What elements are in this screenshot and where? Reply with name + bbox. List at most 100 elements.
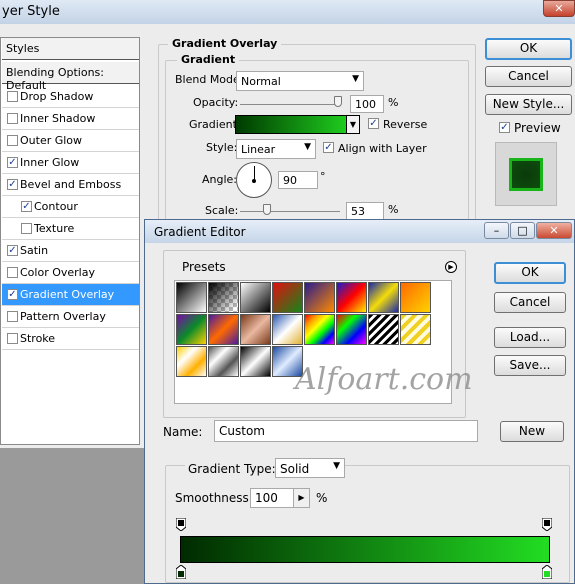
- preset-swatch[interactable]: [176, 282, 207, 313]
- maximize-icon: □: [517, 224, 528, 237]
- preset-swatch[interactable]: [208, 282, 239, 313]
- gradient-type-select[interactable]: Solid ▼: [275, 458, 345, 478]
- preset-swatch[interactable]: [368, 282, 399, 313]
- inner-glow-checkbox[interactable]: ✓: [7, 157, 18, 168]
- opacity-input[interactable]: 100: [350, 95, 384, 113]
- load-button[interactable]: Load...: [494, 327, 566, 348]
- preset-swatch[interactable]: [176, 314, 207, 345]
- smoothness-unit: %: [316, 491, 328, 505]
- sidebar-item-texture[interactable]: Texture: [2, 218, 139, 240]
- close-icon: ✕: [554, 2, 564, 15]
- reverse-checkbox[interactable]: ✓: [368, 118, 379, 129]
- scale-label: Scale:: [205, 204, 239, 217]
- preview-checkbox[interactable]: ✓: [499, 122, 510, 133]
- gradient-dropdown-button[interactable]: ▼: [346, 116, 359, 133]
- cancel-button[interactable]: Cancel: [485, 66, 572, 87]
- presets-label: Presets: [180, 260, 228, 274]
- gradient-type-group: [165, 465, 570, 583]
- style-label: Style:: [206, 141, 238, 154]
- editor-cancel-button[interactable]: Cancel: [494, 292, 566, 313]
- color-stop-right[interactable]: [541, 564, 553, 580]
- sidebar-blending-options[interactable]: Blending Options: Default: [2, 62, 139, 92]
- preset-swatch[interactable]: [304, 314, 335, 345]
- stroke-checkbox[interactable]: [7, 333, 18, 344]
- opacity-stop-left[interactable]: [175, 517, 187, 532]
- gradient-preview-bar[interactable]: [180, 536, 550, 563]
- preset-swatch[interactable]: [240, 314, 271, 345]
- smoothness-input[interactable]: 100 ▶: [250, 488, 310, 508]
- name-input[interactable]: Custom: [214, 420, 478, 442]
- new-style-button[interactable]: New Style...: [485, 94, 572, 115]
- blend-mode-select[interactable]: Normal ▼: [236, 71, 364, 91]
- sidebar-item-drop-shadow[interactable]: Drop Shadow: [2, 86, 139, 108]
- preset-swatch[interactable]: [176, 346, 207, 377]
- preset-swatch[interactable]: [304, 282, 335, 313]
- preset-swatch[interactable]: [368, 314, 399, 345]
- opacity-stop-icon: [541, 517, 553, 532]
- scale-slider-thumb[interactable]: [263, 204, 271, 215]
- texture-checkbox[interactable]: [21, 223, 32, 234]
- gradient-editor-titlebar[interactable]: Gradient Editor – □ ✕: [145, 220, 574, 243]
- new-button[interactable]: New: [500, 421, 564, 442]
- window-title: yer Style: [2, 4, 60, 19]
- gradient-swatch[interactable]: ▼: [235, 115, 360, 134]
- preset-swatch[interactable]: [208, 314, 239, 345]
- bevel-emboss-checkbox[interactable]: ✓: [7, 179, 18, 190]
- color-overlay-checkbox[interactable]: [7, 267, 18, 278]
- play-arrow-icon: ▶: [448, 263, 454, 271]
- chevron-right-icon: ▶: [298, 493, 305, 502]
- preset-swatch[interactable]: [240, 282, 271, 313]
- preset-swatch[interactable]: [272, 314, 303, 345]
- sidebar-item-stroke[interactable]: Stroke: [2, 328, 139, 350]
- scale-input[interactable]: 53: [346, 202, 384, 220]
- inner-shadow-checkbox[interactable]: [7, 113, 18, 124]
- ok-button[interactable]: OK: [485, 38, 572, 60]
- opacity-slider-thumb[interactable]: [334, 96, 342, 107]
- sidebar-item-pattern-overlay[interactable]: Pattern Overlay: [2, 306, 139, 328]
- angle-input[interactable]: 90: [278, 171, 318, 189]
- layer-style-titlebar[interactable]: yer Style ✕: [0, 0, 575, 24]
- preset-swatch[interactable]: [208, 346, 239, 377]
- sidebar-item-bevel-emboss[interactable]: ✓ Bevel and Emboss: [2, 174, 139, 196]
- sidebar-item-inner-shadow[interactable]: Inner Shadow: [2, 108, 139, 130]
- sidebar-header-styles[interactable]: Styles: [2, 38, 139, 60]
- preset-swatch[interactable]: [240, 346, 271, 377]
- opacity-stop-right[interactable]: [541, 517, 553, 532]
- opacity-unit: %: [388, 96, 399, 109]
- sidebar-item-outer-glow[interactable]: Outer Glow: [2, 130, 139, 152]
- scale-slider-track[interactable]: [240, 211, 340, 212]
- style-select[interactable]: Linear ▼: [236, 139, 316, 159]
- color-stop-left[interactable]: [175, 564, 187, 580]
- preset-swatch[interactable]: [336, 282, 367, 313]
- sidebar-item-satin[interactable]: ✓ Satin: [2, 240, 139, 262]
- outer-glow-checkbox[interactable]: [7, 135, 18, 146]
- sidebar-item-inner-glow[interactable]: ✓ Inner Glow: [2, 152, 139, 174]
- close-button[interactable]: ✕: [536, 222, 572, 239]
- gradient-overlay-checkbox[interactable]: ✓: [7, 289, 18, 300]
- gradient-label: Gradient:: [189, 118, 241, 131]
- preset-swatch[interactable]: [336, 314, 367, 345]
- presets-menu-button[interactable]: ▶: [445, 261, 457, 273]
- minimize-icon: –: [493, 224, 500, 237]
- opacity-slider-track[interactable]: [240, 104, 340, 105]
- pattern-overlay-checkbox[interactable]: [7, 311, 18, 322]
- preset-swatch[interactable]: [400, 282, 431, 313]
- close-window-button[interactable]: ✕: [543, 0, 575, 17]
- smoothness-stepper-button[interactable]: ▶: [293, 489, 309, 507]
- sidebar-item-gradient-overlay[interactable]: ✓ Gradient Overlay: [2, 284, 139, 306]
- maximize-button[interactable]: □: [510, 222, 535, 239]
- angle-dial[interactable]: [236, 162, 272, 198]
- minimize-button[interactable]: –: [484, 222, 509, 239]
- save-button[interactable]: Save...: [494, 355, 566, 376]
- preset-swatch[interactable]: [272, 282, 303, 313]
- close-icon: ✕: [549, 224, 559, 237]
- contour-checkbox[interactable]: ✓: [21, 201, 32, 212]
- preset-swatch[interactable]: [400, 314, 431, 345]
- align-with-layer-label: Align with Layer: [338, 142, 427, 155]
- sidebar-item-color-overlay[interactable]: Color Overlay: [2, 262, 139, 284]
- align-with-layer-checkbox[interactable]: ✓: [323, 142, 334, 153]
- editor-ok-button[interactable]: OK: [494, 262, 566, 284]
- satin-checkbox[interactable]: ✓: [7, 245, 18, 256]
- drop-shadow-checkbox[interactable]: [7, 91, 18, 102]
- sidebar-item-contour[interactable]: ✓ Contour: [2, 196, 139, 218]
